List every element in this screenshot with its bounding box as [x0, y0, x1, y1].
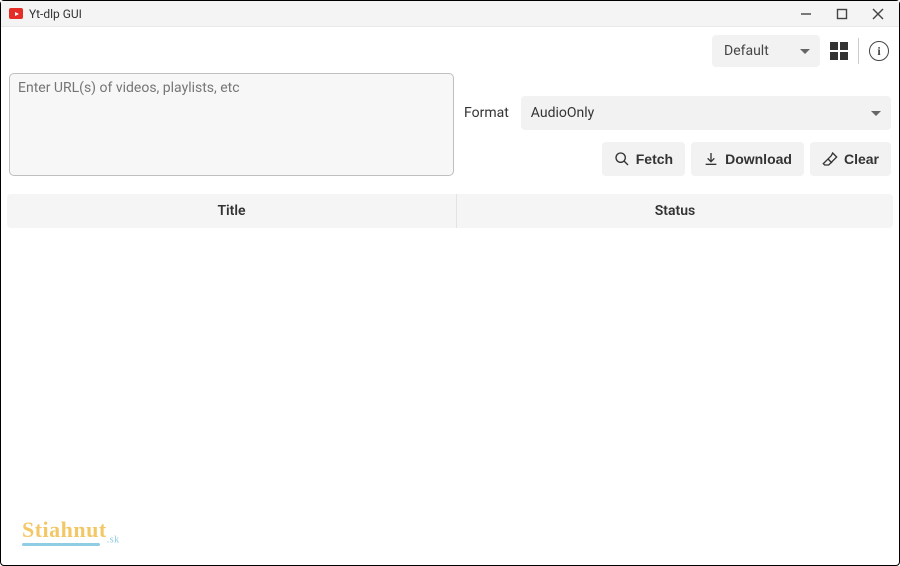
download-icon [703, 151, 719, 167]
clear-button[interactable]: Clear [810, 142, 891, 176]
minimize-button[interactable] [799, 7, 813, 21]
maximize-button[interactable] [835, 7, 849, 21]
format-select[interactable]: AudioOnly [521, 96, 891, 130]
grid-view-button[interactable] [830, 42, 848, 60]
download-label: Download [725, 151, 792, 167]
erase-icon [822, 151, 838, 167]
format-select-value: AudioOnly [531, 105, 594, 121]
fetch-label: Fetch [636, 151, 673, 167]
download-button[interactable]: Download [691, 142, 804, 176]
column-title: Title [7, 194, 457, 228]
url-input[interactable] [9, 73, 454, 176]
close-button[interactable] [871, 7, 885, 21]
table-body [1, 228, 899, 565]
table-header: Title Status [7, 194, 893, 228]
info-button[interactable]: i [869, 41, 889, 61]
top-toolbar: Default i [1, 27, 899, 73]
search-icon [614, 151, 630, 167]
clear-label: Clear [844, 151, 879, 167]
profile-select-value: Default [724, 43, 769, 59]
app-icon [9, 8, 23, 19]
titlebar: Yt-dlp GUI [1, 1, 899, 27]
divider [858, 38, 859, 64]
profile-select[interactable]: Default [712, 35, 820, 67]
window-title: Yt-dlp GUI [29, 7, 82, 21]
chevron-down-icon [800, 49, 810, 54]
fetch-button[interactable]: Fetch [602, 142, 685, 176]
column-status: Status [457, 203, 893, 219]
format-label: Format [464, 105, 509, 121]
chevron-down-icon [871, 111, 881, 116]
